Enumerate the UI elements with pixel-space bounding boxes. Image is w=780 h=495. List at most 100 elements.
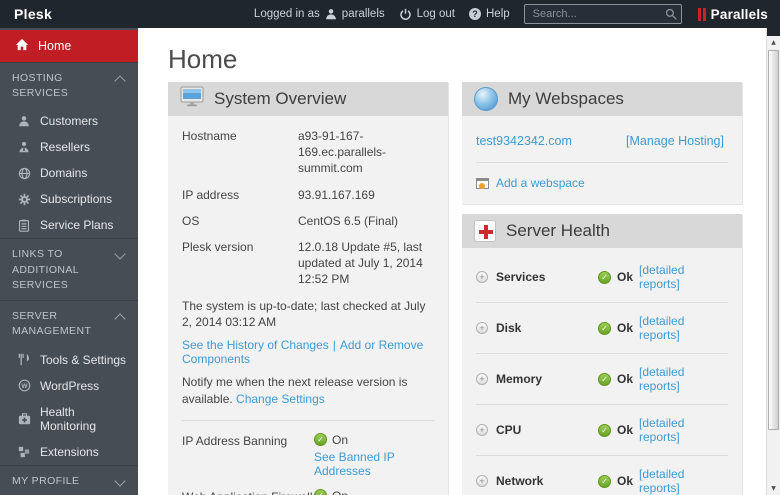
svg-text:W: W [21, 383, 28, 390]
system-overview-header: System Overview [168, 82, 448, 116]
expand-icon[interactable]: + [476, 271, 488, 283]
help-label: Help [486, 8, 510, 20]
tools-icon [17, 353, 31, 366]
help-button[interactable]: ? Help [469, 8, 510, 20]
ok-icon: ✓ [598, 474, 611, 488]
logout-label: Log out [416, 8, 455, 20]
parallels-logo: Parallels [697, 7, 768, 22]
scroll-down-button[interactable]: ▼ [767, 482, 780, 495]
search-icon[interactable] [665, 8, 677, 23]
user-icon [325, 8, 337, 20]
sidebar-item-service-plans[interactable]: Service Plans [0, 212, 138, 238]
section-server-management[interactable]: SERVER MANAGEMENT [0, 300, 138, 346]
divider [182, 419, 434, 421]
ok-icon: ✓ [598, 270, 611, 284]
detailed-reports-link[interactable]: [detailed reports] [639, 467, 728, 495]
resellers-icon [17, 141, 31, 153]
banned-ip-link[interactable]: See Banned IP Addresses [314, 450, 395, 478]
sidebar-nav: Home HOSTING SERVICES Customers Reseller… [0, 28, 138, 495]
gear-icon [17, 193, 31, 206]
help-icon: ? [469, 8, 481, 20]
section-additional-services[interactable]: LINKS TO ADDITIONAL SERVICES [0, 238, 138, 300]
section-hosting-services[interactable]: HOSTING SERVICES [0, 62, 138, 108]
detailed-reports-link[interactable]: [detailed reports] [639, 314, 728, 342]
sidebar-item-tools-settings[interactable]: Tools & Settings [0, 347, 138, 373]
my-webspaces-header: My Webspaces [462, 82, 742, 116]
webspace-row: test9342342.com [Manage Hosting] [476, 128, 728, 163]
sidebar-item-health-monitoring[interactable]: Health Monitoring [0, 399, 138, 439]
sidebar-item-resellers[interactable]: Resellers [0, 134, 138, 160]
customers-icon [17, 115, 31, 127]
home-icon [15, 38, 29, 54]
add-webspace-icon [476, 177, 489, 189]
status-on-icon: ✓ [314, 489, 327, 495]
chevron-up-icon [114, 75, 126, 87]
server-health-header: Server Health [462, 214, 742, 248]
waf-row: Web Application Firewall ✓ On Manage Mod… [182, 489, 434, 495]
expand-icon[interactable]: + [476, 424, 488, 436]
chevron-down-icon [114, 474, 126, 487]
status-on-text: On [332, 432, 349, 447]
history-of-changes-link[interactable]: See the History of Changes [182, 338, 329, 352]
expand-icon[interactable]: + [476, 373, 488, 385]
sidebar-item-customers[interactable]: Customers [0, 108, 138, 134]
system-overview-panel: System Overview Hostname a93-91-167-169.… [168, 82, 448, 495]
webspace-domain-link[interactable]: test9342342.com [476, 134, 626, 148]
monitor-icon [180, 86, 204, 112]
sidebar-item-subscriptions[interactable]: Subscriptions [0, 186, 138, 212]
status-on-text: On [332, 489, 348, 495]
logged-in-user[interactable]: Logged in as parallels [254, 8, 385, 20]
search-box [523, 4, 682, 24]
ok-icon: ✓ [598, 423, 611, 437]
ip-address-row: IP address 93.91.167.169 [182, 187, 375, 202]
globe-icon [17, 167, 31, 180]
sidebar-item-domains[interactable]: Domains [0, 160, 138, 186]
parallels-bars-icon [697, 7, 706, 21]
detailed-reports-link[interactable]: [detailed reports] [639, 416, 728, 444]
change-settings-link[interactable]: Change Settings [236, 392, 325, 406]
detailed-reports-link[interactable]: [detailed reports] [639, 365, 728, 393]
panel-title: My Webspaces [508, 89, 624, 108]
ok-icon: ✓ [598, 321, 611, 335]
logged-in-label: Logged in as [253, 8, 320, 20]
red-cross-icon [474, 220, 496, 242]
server-health-panel: Server Health + Services ✓ Ok [detailed [462, 214, 742, 495]
clipboard-icon [17, 219, 31, 232]
power-icon [399, 8, 412, 21]
health-row-disk: + Disk ✓ Ok [detailed reports] [476, 303, 728, 354]
sidebar-item-home[interactable]: Home [0, 30, 138, 62]
expand-icon[interactable]: + [476, 475, 488, 487]
add-webspace-row[interactable]: Add a webspace [476, 163, 728, 192]
add-webspace-link[interactable]: Add a webspace [496, 176, 585, 190]
username: parallels [341, 8, 385, 20]
ok-icon: ✓ [598, 372, 611, 386]
section-my-profile[interactable]: MY PROFILE [0, 464, 138, 495]
os-row: OS CentOS 6.5 (Final) [182, 213, 399, 228]
manage-hosting-link[interactable]: [Manage Hosting] [626, 134, 724, 148]
vertical-scrollbar[interactable]: ▲ ▼ [766, 28, 780, 495]
scroll-up-button[interactable]: ▲ [767, 36, 780, 49]
my-webspaces-panel: My Webspaces test9342342.com [Manage Hos… [462, 82, 742, 204]
health-row-services: + Services ✓ Ok [detailed reports] [476, 252, 728, 303]
page-title: Home [168, 44, 238, 74]
status-on-icon: ✓ [314, 433, 327, 447]
ip-banning-row: IP Address Banning ✓ On See Banned IP Ad… [182, 432, 395, 478]
sidebar-item-extensions[interactable]: Extensions [0, 439, 138, 465]
chevron-up-icon [114, 313, 126, 325]
wordpress-icon: W [17, 379, 31, 392]
panel-title: System Overview [214, 89, 347, 108]
scrollbar-thumb[interactable] [768, 50, 779, 430]
plesk-version-row: Plesk version 12.0.18 Update #5, last up… [182, 239, 423, 287]
blocks-icon [17, 446, 31, 458]
logout-button[interactable]: Log out [399, 8, 455, 21]
top-bar: Plesk Logged in as parallels Log out ? H… [0, 0, 780, 28]
health-row-cpu: + CPU ✓ Ok [detailed reports] [476, 405, 728, 456]
expand-icon[interactable]: + [476, 322, 488, 334]
search-input[interactable] [523, 4, 682, 24]
detailed-reports-link[interactable]: [detailed reports] [639, 263, 728, 291]
health-row-network: + Network ✓ Ok [detailed reports] [476, 456, 728, 495]
sidebar-item-wordpress[interactable]: W WordPress [0, 373, 138, 399]
chevron-down-icon [114, 248, 126, 261]
webspaces-globe-icon [474, 87, 498, 111]
hostname-row: Hostname a93-91-167-169.ec.parallels-sum… [182, 129, 387, 176]
